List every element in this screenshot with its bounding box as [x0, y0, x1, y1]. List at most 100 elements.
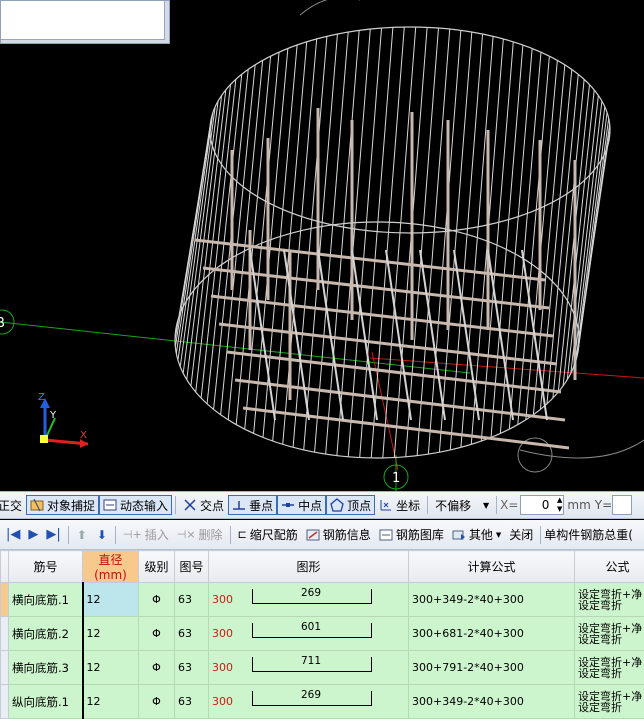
- table-row[interactable]: 横向底筋.2 12 Φ 63 300601 300+681-2*40+300 设…: [1, 617, 644, 651]
- intersection-button[interactable]: 交点: [179, 495, 228, 515]
- perpendicular-button[interactable]: 垂点: [228, 495, 277, 515]
- cell-bar-no[interactable]: 横向底筋.3: [9, 651, 83, 685]
- cell-formula-desc[interactable]: 设定弯折+净设定弯折: [575, 583, 644, 617]
- vertex-button[interactable]: 顶点: [326, 495, 375, 515]
- cell-grade[interactable]: Φ: [139, 651, 175, 685]
- col-header-formula[interactable]: 计算公式: [409, 551, 575, 583]
- col-header-fig-no[interactable]: 图号: [175, 551, 209, 583]
- cell-diameter[interactable]: 12: [83, 685, 139, 719]
- close-button[interactable]: 关闭: [505, 525, 537, 545]
- shape-left-length: 300: [212, 695, 233, 708]
- cell-diameter[interactable]: 12: [83, 583, 139, 617]
- table-row[interactable]: 横向底筋.3 12 Φ 63 300711 300+791-2*40+300 设…: [1, 651, 644, 685]
- col-header-shape[interactable]: 图形: [209, 551, 409, 583]
- col-header-formula-desc[interactable]: 公式: [575, 551, 644, 583]
- cell-fig-no[interactable]: 63: [175, 583, 209, 617]
- cell-shape[interactable]: 300269: [209, 583, 409, 617]
- stirrup-line: [254, 48, 288, 433]
- other-label: 其他: [469, 526, 493, 543]
- nav-last-icon[interactable]: ▶|: [46, 527, 60, 542]
- shape-left-length: 300: [212, 661, 233, 674]
- move-up-icon[interactable]: ⬆: [77, 528, 87, 542]
- nav-first-icon[interactable]: |◀: [6, 527, 20, 542]
- cell-formula[interactable]: 300+681-2*40+300: [409, 617, 575, 651]
- insert-label: 插入: [145, 526, 169, 543]
- floating-panel[interactable]: [0, 0, 170, 44]
- cell-grade[interactable]: Φ: [139, 583, 175, 617]
- table-row[interactable]: 纵向底筋.1 12 Φ 63 300269 300+349-2*40+300 设…: [1, 685, 644, 719]
- spinner-icon[interactable]: ▲▼: [557, 496, 562, 514]
- stirrup-line: [481, 42, 513, 441]
- mesh-bar-vertical: [454, 250, 479, 420]
- mesh-bar-vertical: [386, 250, 411, 420]
- cell-formula-desc[interactable]: 设定弯折+净设定弯折: [575, 617, 644, 651]
- coordinate-button[interactable]: 坐标: [375, 495, 424, 515]
- insert-button[interactable]: ⊣+ 插入: [119, 525, 173, 545]
- move-down-icon[interactable]: ⬇: [97, 528, 107, 542]
- offset-select[interactable]: 不偏移 ▼: [431, 495, 493, 515]
- cell-grade[interactable]: Φ: [139, 685, 175, 719]
- cell-fig-no[interactable]: 63: [175, 651, 209, 685]
- row-selector[interactable]: [1, 651, 9, 685]
- 3d-viewport[interactable]: B 1 X Y Z: [0, 0, 644, 491]
- rebar-table: 筋号 直径(mm) 级别 图号 图形 计算公式 公式 横向底筋.1 12 Φ 6…: [0, 550, 644, 710]
- desc-line-2: 设定弯折: [578, 633, 622, 646]
- col-header-bar-no[interactable]: 筋号: [9, 551, 83, 583]
- vertex-icon: [330, 498, 344, 512]
- cell-formula-desc[interactable]: 设定弯折+净设定弯折: [575, 685, 644, 719]
- delete-label: 删除: [199, 526, 223, 543]
- cell-formula[interactable]: 300+349-2*40+300: [409, 685, 575, 719]
- cell-fig-no[interactable]: 63: [175, 617, 209, 651]
- object-snap-button[interactable]: 对象捕捉: [26, 495, 99, 515]
- chevron-down-icon: ▼: [483, 501, 489, 510]
- dynamic-input-icon: [103, 498, 117, 512]
- axis-marker-1-label: 1: [392, 471, 400, 486]
- rebar-info-button[interactable]: 钢筋信息: [302, 525, 375, 545]
- perpendicular-label: 垂点: [249, 497, 273, 514]
- table-row[interactable]: 横向底筋.1 12 Φ 63 300269 300+349-2*40+300 设…: [1, 583, 644, 617]
- row-selector[interactable]: [1, 583, 9, 617]
- delete-button[interactable]: ⊣× 删除: [173, 525, 227, 545]
- rebar-info-label: 钢筋信息: [323, 526, 371, 543]
- dynamic-input-button[interactable]: 动态输入: [99, 495, 172, 515]
- nav-next-icon[interactable]: ▶: [28, 527, 38, 542]
- cell-diameter[interactable]: 12: [83, 617, 139, 651]
- cell-formula-desc[interactable]: 设定弯折+净设定弯折: [575, 651, 644, 685]
- stirrup-line: [526, 60, 558, 419]
- cell-shape[interactable]: 300269: [209, 685, 409, 719]
- stirrup-line: [236, 56, 270, 424]
- shape-length: 601: [252, 621, 370, 633]
- midpoint-label: 中点: [298, 497, 322, 514]
- stirrup-line: [293, 36, 327, 447]
- other-menu-button[interactable]: 其他 ▼: [448, 525, 505, 545]
- shape-length: 269: [252, 587, 370, 599]
- cell-bar-no[interactable]: 纵向底筋.1: [9, 685, 83, 719]
- cell-grade[interactable]: Φ: [139, 617, 175, 651]
- toolbar-separator: [496, 496, 497, 514]
- cell-formula[interactable]: 300+349-2*40+300: [409, 583, 575, 617]
- x-coordinate-label: X=: [500, 498, 518, 512]
- stirrup-line: [553, 79, 584, 398]
- cell-formula[interactable]: 300+791-2*40+300: [409, 651, 575, 685]
- cell-diameter[interactable]: 12: [83, 651, 139, 685]
- cell-shape[interactable]: 300711: [209, 651, 409, 685]
- axis-marker-b-label: B: [0, 316, 5, 331]
- midpoint-button[interactable]: 中点: [277, 495, 326, 515]
- row-selector[interactable]: [1, 685, 9, 719]
- toolbar-separator: [230, 526, 231, 544]
- row-selector[interactable]: [1, 617, 9, 651]
- scale-rebar-button[interactable]: ⊏ 缩尺配筋: [234, 525, 302, 545]
- cell-bar-no[interactable]: 横向底筋.2: [9, 617, 83, 651]
- col-header-diameter[interactable]: 直径(mm): [83, 551, 139, 583]
- ortho-button[interactable]: 正交: [0, 495, 26, 515]
- stirrup-line: [283, 39, 317, 444]
- cell-fig-no[interactable]: 63: [175, 685, 209, 719]
- offset-select-value: 不偏移: [435, 497, 471, 514]
- row-header-corner: [1, 551, 9, 583]
- rebar-library-button[interactable]: 钢筋图库: [375, 525, 448, 545]
- x-coordinate-input[interactable]: 0 ▲▼: [520, 495, 564, 515]
- col-header-grade[interactable]: 级别: [139, 551, 175, 583]
- cell-bar-no[interactable]: 横向底筋.1: [9, 583, 83, 617]
- cell-shape[interactable]: 300601: [209, 617, 409, 651]
- y-coordinate-input[interactable]: [612, 495, 632, 515]
